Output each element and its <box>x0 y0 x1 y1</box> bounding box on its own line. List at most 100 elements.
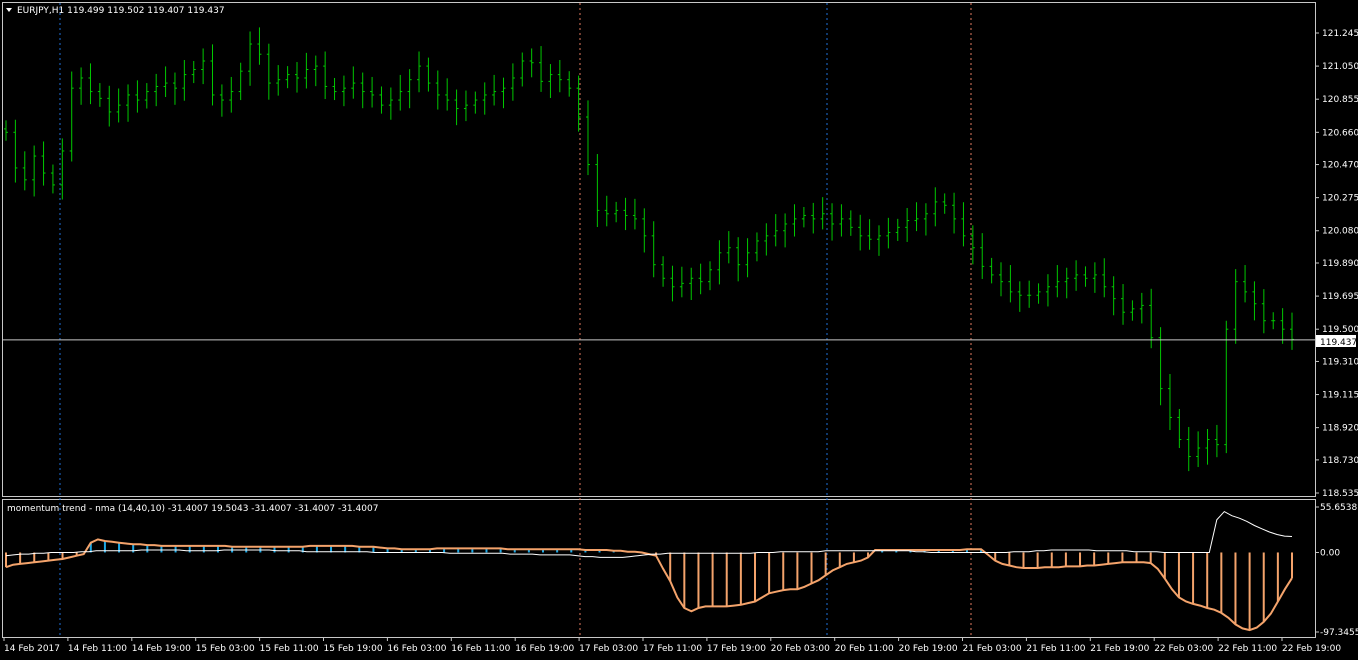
ohlc-bar <box>285 66 290 89</box>
ohlc-bar <box>172 72 177 105</box>
ohlc-bar <box>923 203 928 236</box>
indicator-frame <box>2 499 1316 638</box>
symbol-header: EURJPY,H1 119.499 119.502 119.407 119.43… <box>17 6 225 16</box>
ohlc-bar <box>942 193 947 214</box>
time-axis-label: 16 Feb 11:00 <box>451 644 510 654</box>
ohlc-bar <box>41 141 46 186</box>
ohlc-bar <box>614 201 619 223</box>
time-axis-label: 22 Feb 11:00 <box>1218 644 1277 654</box>
ohlc-bar <box>182 59 187 101</box>
ohlc-bar <box>801 206 806 228</box>
ohlc-bar <box>539 46 544 92</box>
ohlc-bar <box>379 86 384 114</box>
ohlc-bar <box>548 64 553 99</box>
ohlc-bar <box>22 151 27 191</box>
price-axis-label: 119.695 <box>1322 292 1358 302</box>
ohlc-bar <box>116 88 121 123</box>
ohlc-bar <box>1074 260 1079 291</box>
ohlc-bar <box>876 225 881 256</box>
price-axis-label: 120.080 <box>1322 227 1358 237</box>
indicator-axis-label: -97.3455 <box>1320 628 1358 638</box>
ohlc-bar <box>1111 276 1116 316</box>
collapse-triangle-icon[interactable] <box>6 8 12 12</box>
ohlc-bar <box>745 238 750 278</box>
ohlc-bar <box>4 120 8 141</box>
ohlc-bar <box>595 154 600 228</box>
ohlc-bar <box>126 84 131 122</box>
ohlc-bar <box>79 67 84 105</box>
price-axis-label: 119.310 <box>1322 357 1358 367</box>
day-separators <box>59 3 972 637</box>
price-axis-label: 119.890 <box>1322 259 1358 269</box>
price-axis-label: 120.855 <box>1322 95 1358 105</box>
ohlc-bar <box>1177 408 1182 449</box>
ohlc-bar <box>895 218 900 241</box>
ohlc-bar <box>783 213 788 248</box>
ohlc-bar <box>623 197 628 231</box>
ohlc-bar <box>632 198 637 230</box>
ohlc-bar <box>238 62 243 101</box>
ohlc-bar <box>1130 300 1135 321</box>
ohlc-bar <box>351 66 356 99</box>
ohlc-bar <box>1139 292 1144 324</box>
ohlc-bar <box>97 83 102 107</box>
ohlc-bar <box>201 48 206 85</box>
time-axis-label: 20 Feb 19:00 <box>899 644 958 654</box>
time-axis-label: 14 Feb 2017 <box>4 644 60 654</box>
ohlc-bar <box>154 73 159 107</box>
ohlc-bar <box>1271 312 1276 330</box>
ohlc-bar <box>1121 284 1126 325</box>
ohlc-bar <box>698 263 703 295</box>
trading-chart[interactable]: 121.245 121.050 120.855 120.660 120.470 120.2… <box>0 0 1358 660</box>
ohlc-bar <box>398 74 403 111</box>
ohlc-bar <box>520 52 525 87</box>
ohlc-bar <box>1045 274 1050 307</box>
ohlc-bar <box>426 57 431 92</box>
ohlc-bar <box>1064 267 1069 299</box>
time-axis-label: 16 Feb 19:00 <box>515 644 574 654</box>
ohlc-bar <box>726 231 731 264</box>
ohlc-bar <box>32 145 37 197</box>
ohlc-bar <box>1224 320 1229 454</box>
ohlc-bar <box>323 51 328 100</box>
ohlc-bar <box>1092 262 1097 293</box>
ohlc-bar <box>1083 266 1088 287</box>
current-price-badge: 119.437 <box>1320 338 1357 348</box>
time-axis-label: 15 Feb 19:00 <box>324 644 383 654</box>
time-axis-label: 15 Feb 03:00 <box>196 644 255 654</box>
indicator-axis-label: 0.00 <box>1320 548 1340 558</box>
ohlc-bar <box>454 89 459 126</box>
time-axis-label: 14 Feb 19:00 <box>132 644 191 654</box>
time-axis-label: 22 Feb 03:00 <box>1154 644 1213 654</box>
time-axis-label: 21 Feb 03:00 <box>963 644 1022 654</box>
ohlc-bar <box>501 77 506 109</box>
time-axis-label: 22 Feb 19:00 <box>1282 644 1341 654</box>
ohlc-bar <box>585 100 590 176</box>
ohlc-bar <box>1167 374 1172 431</box>
ohlc-bar <box>858 214 863 251</box>
ohlc-bar <box>642 208 647 253</box>
ohlc-bar <box>482 82 487 115</box>
ohlc-bar <box>661 256 666 287</box>
time-axis-label: 16 Feb 03:00 <box>387 644 446 654</box>
ohlc-bar <box>1017 281 1022 312</box>
ohlc-bar <box>229 76 234 113</box>
time-axis-label: 21 Feb 11:00 <box>1026 644 1085 654</box>
ohlc-bar <box>163 66 168 97</box>
ohlc-bar <box>60 138 65 200</box>
ohlc-bar <box>830 203 835 241</box>
ohlc-bar <box>473 91 478 114</box>
ohlc-bar <box>1290 312 1294 350</box>
price-bars[interactable] <box>4 27 1294 472</box>
ohlc-bar <box>773 214 778 247</box>
ohlc-bar <box>304 52 309 89</box>
price-axis-label: 120.470 <box>1322 161 1358 171</box>
ohlc-bar <box>1280 308 1285 344</box>
ohlc-bar <box>360 72 365 109</box>
ohlc-bar <box>736 237 741 282</box>
ohlc-bar <box>1196 431 1201 468</box>
ohlc-bar <box>266 43 271 100</box>
ohlc-bar <box>332 77 337 101</box>
price-axis-label: 121.245 <box>1322 29 1358 39</box>
ohlc-bar <box>1158 327 1163 406</box>
